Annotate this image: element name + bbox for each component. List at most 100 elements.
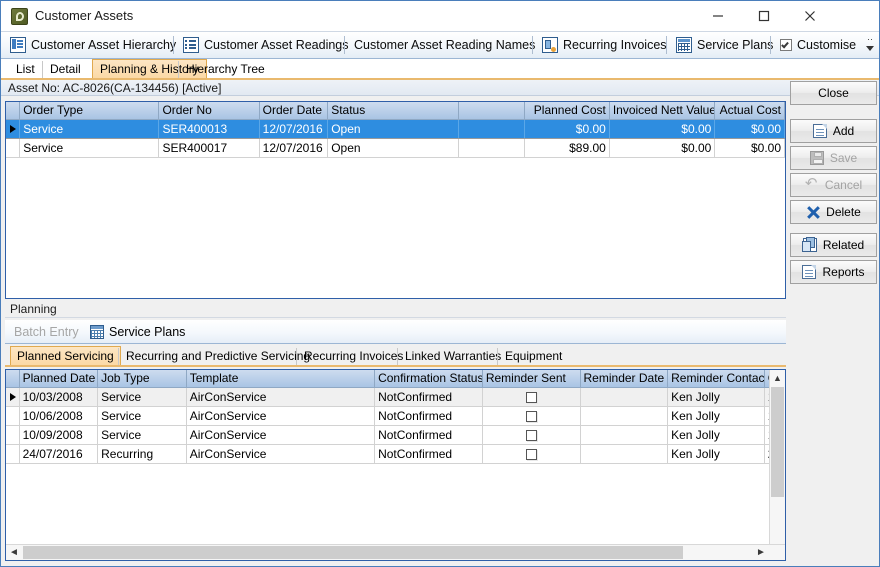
cell-planned-date[interactable]: 10/06/2008: [19, 406, 99, 426]
subtab-planned-servicing[interactable]: Planned Servicing: [10, 346, 121, 365]
subtab-equipment[interactable]: Equipment: [497, 348, 569, 365]
cell-blank[interactable]: [458, 138, 526, 158]
col-order-date[interactable]: Order Date: [259, 102, 329, 120]
horizontal-scroll-thumb[interactable]: [23, 546, 683, 559]
cell-confirmation-status[interactable]: NotConfirmed: [374, 387, 483, 407]
col-order-type[interactable]: Order Type: [19, 102, 160, 120]
cell-actual-cost[interactable]: $0.00: [714, 119, 785, 139]
orders-grid[interactable]: Order Type Order No Order Date Status Pl…: [6, 102, 785, 158]
subtab-recurring-and-predictive-servicing[interactable]: Recurring and Predictive Servicing: [118, 348, 317, 365]
chevron-left-icon[interactable]: ◄: [6, 545, 22, 560]
cell-confirmation-status[interactable]: NotConfirmed: [374, 425, 483, 445]
cell-blank[interactable]: [458, 119, 526, 139]
cell-reminder-date[interactable]: [580, 425, 669, 445]
cell-invoiced-nett-value[interactable]: $0.00: [609, 119, 716, 139]
cell-planned-cost[interactable]: $0.00: [524, 119, 610, 139]
cancel-button[interactable]: Cancel: [790, 173, 877, 197]
menu-recurring-invoices[interactable]: Recurring Invoices: [537, 32, 672, 58]
chevron-right-icon[interactable]: ►: [753, 545, 769, 560]
cell-reminder-sent[interactable]: [482, 444, 581, 464]
subtab-linked-warranties[interactable]: Linked Warranties: [397, 348, 508, 365]
cell-status[interactable]: Open: [327, 138, 459, 158]
cell-reminder-sent[interactable]: [482, 406, 581, 426]
menu-customer-asset-hierarchy[interactable]: Customer Asset Hierarchy: [5, 32, 181, 58]
cell-reminder-date[interactable]: [580, 406, 669, 426]
col-job-type[interactable]: Job Type: [97, 370, 187, 388]
reminder-sent-checkbox[interactable]: [525, 429, 537, 441]
reminder-sent-checkbox[interactable]: [525, 391, 537, 403]
cell-planned-date[interactable]: 10/09/2008: [19, 425, 99, 445]
delete-button[interactable]: Delete: [790, 200, 877, 224]
cell-reminder-contact[interactable]: Ken Jolly: [667, 387, 765, 407]
cell-actual-cost[interactable]: $0.00: [714, 138, 785, 158]
service-plans-button[interactable]: Service Plans: [85, 320, 190, 343]
cell-reminder-sent[interactable]: [482, 387, 581, 407]
cell-template[interactable]: AirConService: [186, 387, 376, 407]
overflow-chevron-icon[interactable]: ··: [864, 33, 877, 57]
planned-servicing-grid[interactable]: Planned Date Job Type Template Confirmat…: [6, 370, 786, 464]
cell-order-date[interactable]: 12/07/2016: [259, 119, 329, 139]
chevron-up-icon[interactable]: ▲: [770, 370, 785, 386]
col-confirmation-status[interactable]: Confirmation Status: [374, 370, 483, 388]
cell-job-type[interactable]: Service: [97, 425, 187, 445]
related-button[interactable]: Related: [790, 233, 877, 257]
subtab-recurring-invoices[interactable]: Recurring Invoices: [296, 348, 410, 365]
col-reminder-date[interactable]: Reminder Date: [580, 370, 669, 388]
cell-planned-cost[interactable]: $89.00: [524, 138, 610, 158]
cell-order-date[interactable]: 12/07/2016: [259, 138, 329, 158]
col-invoiced-nett-value[interactable]: Invoiced Nett Value: [609, 102, 716, 120]
col-blank[interactable]: [458, 102, 526, 120]
cell-reminder-contact[interactable]: Ken Jolly: [667, 425, 765, 445]
horizontal-scrollbar[interactable]: ◄ ►: [6, 544, 785, 560]
add-button[interactable]: Add: [790, 119, 877, 143]
tab-hierarchy-tree[interactable]: Hierarchy Tree: [178, 61, 272, 78]
cell-status[interactable]: Open: [327, 119, 459, 139]
table-row[interactable]: 24/07/2016 Recurring AirConService NotCo…: [6, 444, 786, 464]
cell-job-type[interactable]: Service: [97, 406, 187, 426]
minimize-button[interactable]: [695, 1, 741, 31]
cell-planned-date[interactable]: 10/03/2008: [19, 387, 99, 407]
cell-order-type[interactable]: Service: [19, 138, 160, 158]
table-row[interactable]: 10/03/2008 Service AirConService NotConf…: [6, 387, 786, 407]
col-reminder-sent[interactable]: Reminder Sent: [482, 370, 581, 388]
cell-job-type[interactable]: Service: [97, 387, 187, 407]
cell-job-type[interactable]: Recurring: [97, 444, 187, 464]
vertical-scroll-thumb[interactable]: [771, 387, 784, 497]
reports-button[interactable]: Reports: [790, 260, 877, 284]
save-button[interactable]: Save: [790, 146, 877, 170]
vertical-scrollbar[interactable]: ▲ ▼: [769, 370, 785, 560]
cell-planned-date[interactable]: 24/07/2016: [19, 444, 99, 464]
batch-entry-button[interactable]: Batch Entry: [9, 320, 84, 343]
col-order-no[interactable]: Order No: [158, 102, 260, 120]
cell-reminder-sent[interactable]: [482, 425, 581, 445]
cell-reminder-date[interactable]: [580, 444, 669, 464]
cell-invoiced-nett-value[interactable]: $0.00: [609, 138, 716, 158]
cell-reminder-contact[interactable]: Ken Jolly: [667, 444, 765, 464]
reminder-sent-checkbox[interactable]: [525, 448, 537, 460]
table-row[interactable]: 10/06/2008 Service AirConService NotConf…: [6, 406, 786, 426]
cell-reminder-date[interactable]: [580, 387, 669, 407]
col-status[interactable]: Status: [327, 102, 459, 120]
tab-list[interactable]: List: [9, 61, 42, 78]
cell-template[interactable]: AirConService: [186, 444, 376, 464]
col-reminder-contact[interactable]: Reminder Contact: [667, 370, 765, 388]
close-action-button[interactable]: Close: [790, 81, 877, 105]
cell-order-type[interactable]: Service: [19, 119, 160, 139]
table-row[interactable]: Service SER400013 12/07/2016 Open $0.00 …: [6, 119, 785, 139]
col-planned-cost[interactable]: Planned Cost: [524, 102, 610, 120]
menu-service-plans[interactable]: Service Plans: [671, 32, 778, 58]
cell-confirmation-status[interactable]: NotConfirmed: [374, 406, 483, 426]
col-template[interactable]: Template: [186, 370, 376, 388]
menu-customer-asset-readings[interactable]: Customer Asset Readings: [178, 32, 354, 58]
menu-customer-asset-reading-names[interactable]: Customer Asset Reading Names: [349, 32, 540, 58]
cell-template[interactable]: AirConService: [186, 406, 376, 426]
tab-detail[interactable]: Detail: [42, 61, 88, 78]
col-actual-cost[interactable]: Actual Cost: [714, 102, 785, 120]
cell-reminder-contact[interactable]: Ken Jolly: [667, 406, 765, 426]
maximize-button[interactable]: [741, 1, 787, 31]
table-row[interactable]: Service SER400017 12/07/2016 Open $89.00…: [6, 138, 785, 158]
reminder-sent-checkbox[interactable]: [525, 410, 537, 422]
cell-template[interactable]: AirConService: [186, 425, 376, 445]
col-planned-date[interactable]: Planned Date: [19, 370, 99, 388]
table-row[interactable]: 10/09/2008 Service AirConService NotConf…: [6, 425, 786, 445]
